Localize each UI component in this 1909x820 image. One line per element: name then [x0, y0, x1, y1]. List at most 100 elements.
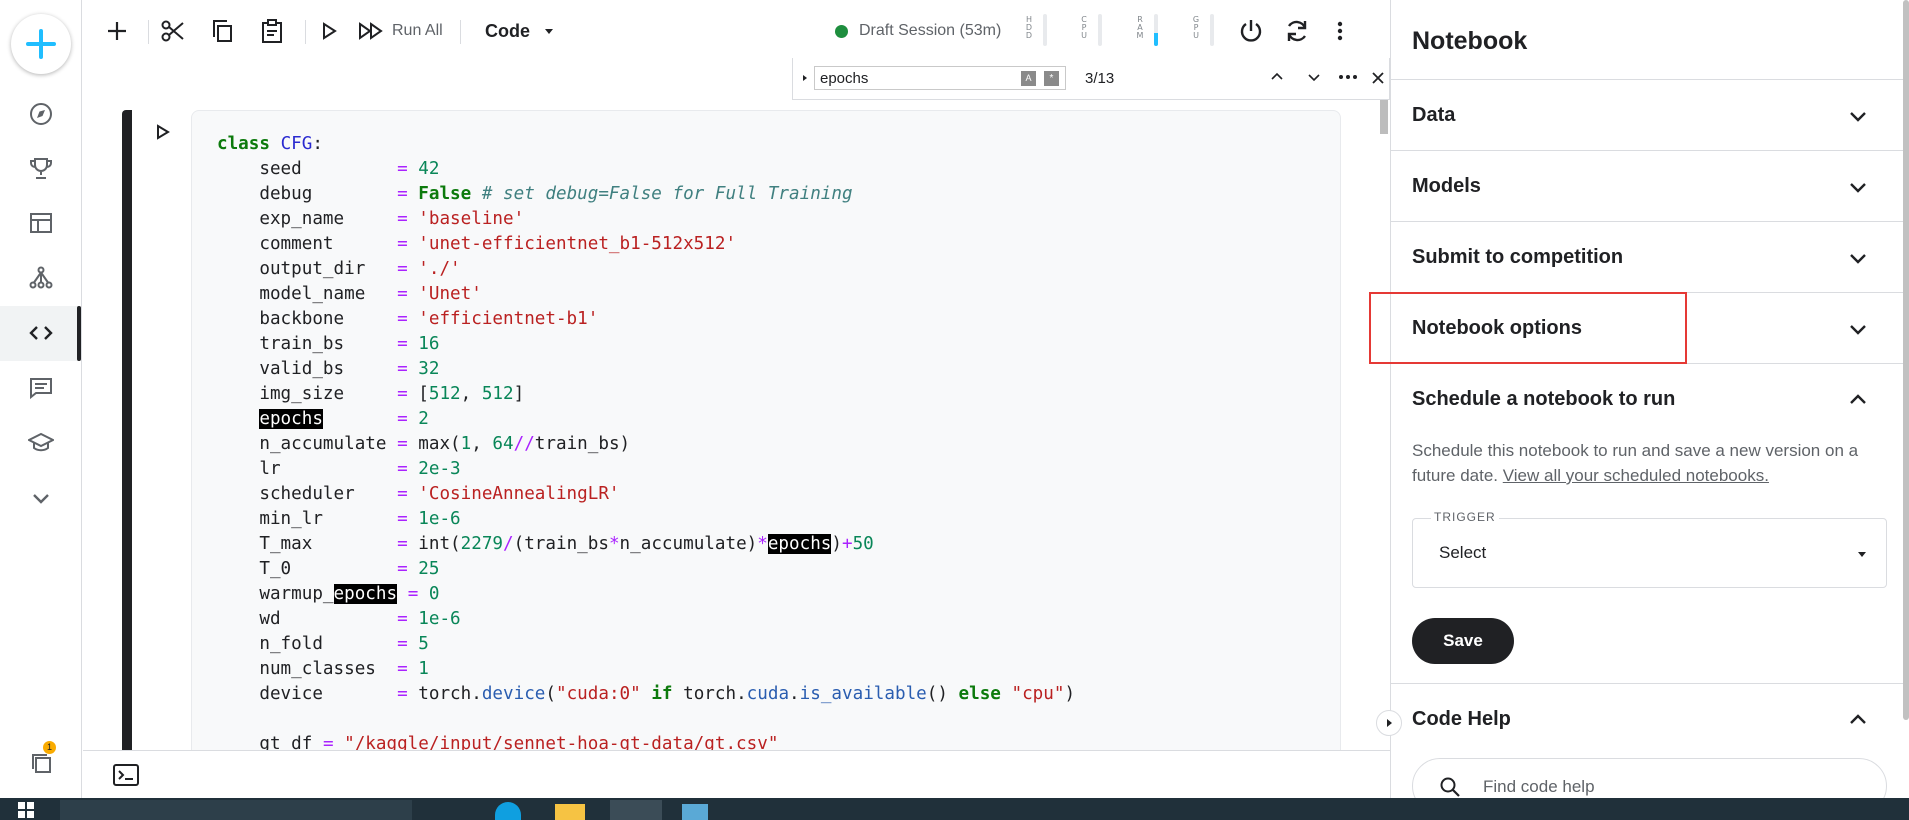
run-cell-inline-button[interactable]: [153, 122, 173, 142]
code-token: n_accumulate: [217, 434, 398, 454]
add-cell-button[interactable]: [101, 15, 133, 47]
more-options-button[interactable]: [1324, 15, 1356, 47]
nav-datasets[interactable]: [21, 203, 61, 243]
panel-header: Notebook: [1391, 0, 1909, 80]
panel-title: Notebook: [1412, 27, 1528, 55]
code-token: ,: [471, 434, 493, 454]
code-token: output_dir: [217, 259, 398, 279]
section-schedule-a-notebook-to-run[interactable]: Schedule a notebook to run: [1391, 364, 1909, 435]
section-models[interactable]: Models: [1391, 151, 1909, 222]
section-data[interactable]: Data: [1391, 80, 1909, 151]
taskbar-tray[interactable]: [1410, 802, 1880, 818]
plus-icon: [26, 29, 56, 59]
run-all-button[interactable]: Run All: [358, 15, 443, 47]
panel-collapse-button[interactable]: [1376, 710, 1402, 736]
close-icon[interactable]: [1371, 71, 1385, 85]
section-submit-to-competition[interactable]: Submit to competition: [1391, 222, 1909, 293]
taskbar-app-chrome[interactable]: [610, 800, 662, 820]
code-help-title: Code Help: [1412, 708, 1511, 730]
nav-explore[interactable]: [21, 94, 61, 134]
session-status[interactable]: Draft Session (53m): [835, 15, 1001, 47]
taskbar-search[interactable]: [60, 800, 412, 820]
meter-bar-hdd: [1043, 14, 1047, 46]
taskbar-app-explorer[interactable]: [555, 804, 585, 820]
taskbar-app-other[interactable]: [682, 804, 708, 820]
code-token: 512: [428, 384, 461, 404]
code-line: T_max = int(2279/(train_bs*n_accumulate)…: [217, 532, 1075, 557]
terminal-icon[interactable]: [113, 764, 139, 786]
scheduled-notebooks-link[interactable]: View all your scheduled notebooks.: [1503, 466, 1769, 485]
match-case-toggle[interactable]: A: [1021, 71, 1036, 86]
code-editor[interactable]: class CFG: seed = 42 debug = False # set…: [217, 132, 1075, 757]
compass-icon: [30, 103, 52, 125]
cell-type-select[interactable]: Code: [485, 15, 556, 47]
code-token: =: [397, 384, 408, 404]
editor-scrollbar[interactable]: [1380, 100, 1388, 134]
code-icon: [29, 326, 53, 340]
chevron-up-icon[interactable]: [1269, 69, 1285, 85]
code-line: model_name = 'Unet': [217, 282, 1075, 307]
windows-start-icon[interactable]: [18, 802, 34, 818]
nav-learn[interactable]: [21, 423, 61, 463]
code-token: else: [958, 684, 1001, 704]
paste-button[interactable]: [256, 15, 288, 47]
toolbar-divider: [305, 20, 306, 44]
more-horiz-icon[interactable]: [1338, 69, 1358, 85]
code-token: /: [503, 534, 514, 554]
code-token: model_name: [217, 284, 398, 304]
find-input[interactable]: epochs A *: [814, 66, 1066, 90]
regex-toggle[interactable]: *: [1044, 71, 1059, 86]
cut-button[interactable]: [157, 15, 189, 47]
nav-code[interactable]: [21, 313, 61, 353]
nav-models[interactable]: [21, 258, 61, 298]
power-icon: [1240, 20, 1262, 42]
nav-your-work[interactable]: 1: [21, 741, 61, 783]
chevron-right-icon[interactable]: [800, 73, 810, 83]
code-line: debug = False # set debug=False for Full…: [217, 182, 1075, 207]
school-icon: [28, 432, 54, 452]
code-line: min_lr = 1e-6: [217, 507, 1075, 532]
code-help-placeholder: Find code help: [1483, 777, 1595, 796]
code-token: 'Unet': [418, 284, 482, 304]
chevron-down-icon[interactable]: [1306, 69, 1322, 85]
code-token: (train_bs: [513, 534, 609, 554]
copy-button[interactable]: [206, 15, 238, 47]
session-status-label: Draft Session (53m): [859, 22, 1002, 39]
schedule-save-button[interactable]: Save: [1412, 618, 1514, 664]
nav-competitions[interactable]: [21, 148, 61, 188]
run-cell-button[interactable]: [313, 15, 345, 47]
code-token: max(: [407, 434, 461, 454]
chevron-down-icon: [33, 494, 49, 504]
code-token: =: [397, 434, 408, 454]
code-token: +: [842, 534, 853, 554]
chevron-down-icon: [1850, 183, 1866, 193]
code-token: cuda: [746, 684, 790, 704]
code-token: n_fold: [217, 634, 398, 654]
meter-bar-gpu: [1210, 14, 1214, 46]
create-button[interactable]: [11, 14, 71, 74]
chevron-up-icon: [1850, 394, 1866, 404]
code-token: 2279: [460, 534, 504, 554]
chevron-up-icon[interactable]: [1846, 708, 1870, 732]
code-token: 2: [418, 409, 429, 429]
code-line: device = torch.device("cuda:0" if torch.…: [217, 682, 1075, 707]
code-token: int(: [407, 534, 461, 554]
restart-button[interactable]: [1281, 15, 1313, 47]
taskbar-app-edge[interactable]: [495, 802, 521, 820]
play-icon: [157, 124, 170, 140]
code-token: 32: [418, 359, 440, 379]
meter-bar-ram: [1154, 14, 1158, 46]
nav-discussions[interactable]: [21, 368, 61, 408]
power-button[interactable]: [1235, 15, 1267, 47]
trigger-select[interactable]: Select: [1412, 518, 1887, 588]
nav-more[interactable]: [21, 478, 61, 518]
os-taskbar: [0, 798, 1909, 820]
panel-scrollbar[interactable]: [1903, 0, 1909, 720]
search-match: epochs: [259, 409, 323, 429]
code-line: valid_bs = 32: [217, 357, 1075, 382]
